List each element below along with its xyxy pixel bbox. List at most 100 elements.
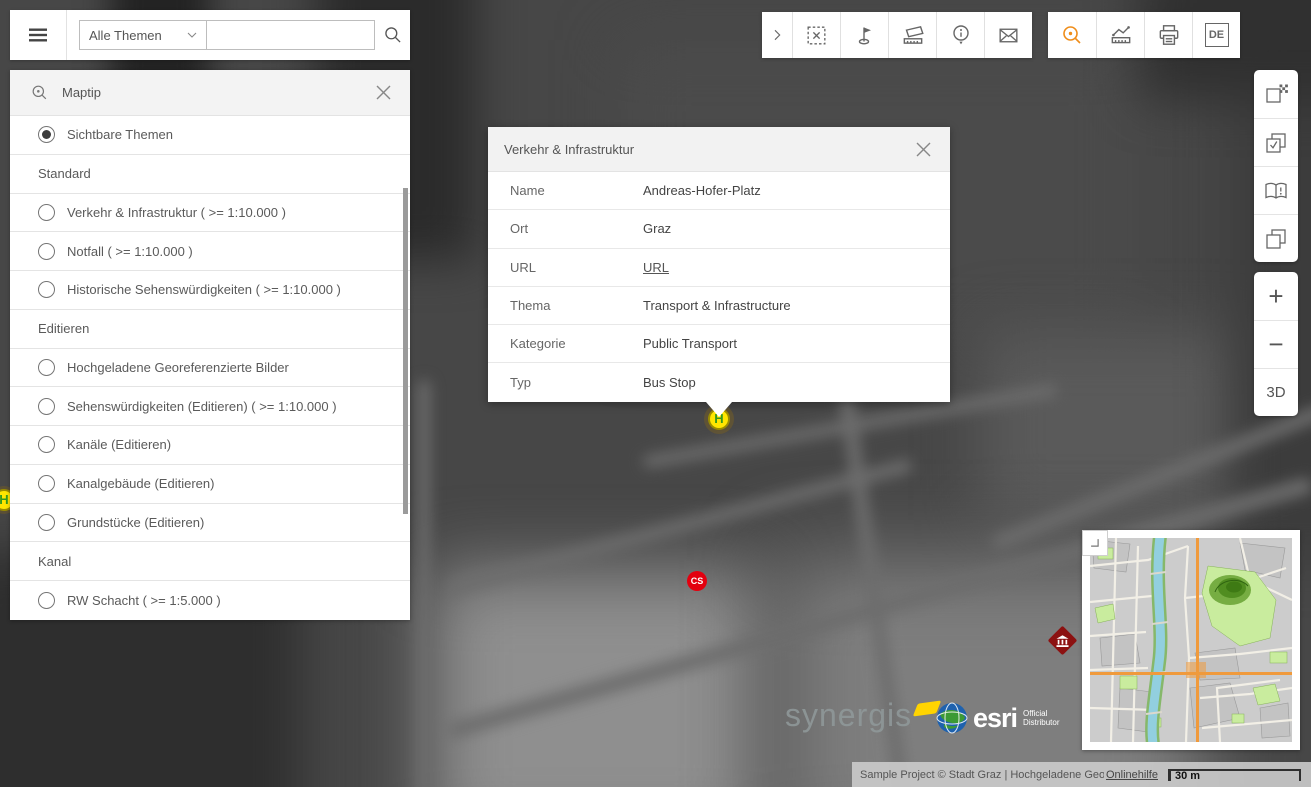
attribute-label: Name	[488, 183, 643, 198]
flag-marker-icon	[853, 23, 877, 47]
expand-toolbar-icon	[769, 27, 785, 43]
esri-tagline: Official Distributor	[1023, 709, 1059, 727]
map-extent-indicator	[1186, 662, 1206, 678]
zoom-out-button[interactable]: −	[1254, 320, 1298, 368]
attribute-value: Graz	[643, 221, 671, 236]
measure-profile-button[interactable]	[1096, 12, 1144, 58]
maptip-item-label: Editieren	[38, 321, 89, 336]
mode-3d-button[interactable]: 3D	[1254, 368, 1298, 416]
print-button[interactable]	[1144, 12, 1192, 58]
maptip-layer-item[interactable]: Sehenswürdigkeiten (Editieren) ( >= 1:10…	[10, 387, 410, 426]
popup-attribute-row: OrtGraz	[488, 210, 950, 248]
maptip-close-button[interactable]	[370, 80, 396, 106]
popup-close-button[interactable]	[910, 136, 936, 162]
maptip-layer-item[interactable]: Kanäle (Editieren)	[10, 426, 410, 465]
radio-button[interactable]	[38, 281, 55, 298]
maptip-tool-button[interactable]	[1048, 12, 1096, 58]
attribute-label: Ort	[488, 221, 643, 236]
identify-info-icon	[949, 23, 973, 47]
layers-button[interactable]	[1254, 214, 1298, 262]
popup-attribute-row: KategoriePublic Transport	[488, 325, 950, 363]
maptip-layer-item[interactable]: Hochgeladene Georeferenzierte Bilder	[10, 349, 410, 388]
measure-area-icon	[900, 22, 926, 48]
overview-collapse-button[interactable]	[1082, 530, 1108, 556]
overview-map-image	[1090, 538, 1292, 742]
attribute-value: URL	[643, 260, 669, 275]
overview-map-content	[1090, 538, 1292, 742]
radio-button[interactable]	[38, 475, 55, 492]
view-tools-sidebar	[1254, 70, 1298, 262]
flag-marker-button[interactable]	[840, 12, 888, 58]
radio-button[interactable]	[38, 436, 55, 453]
feature-popup: Verkehr & Infrastruktur NameAndreas-Hofe…	[488, 127, 950, 402]
radio-button[interactable]	[38, 514, 55, 531]
collapse-corner-icon	[1088, 536, 1102, 550]
maptip-panel: Maptip Sichtbare ThemenStandardVerkehr &…	[10, 70, 410, 620]
maptip-layer-item[interactable]: Verkehr & Infrastruktur ( >= 1:10.000 )	[10, 194, 410, 233]
measure-area-button[interactable]	[888, 12, 936, 58]
panel-scrollbar[interactable]	[403, 188, 408, 514]
maptip-icon	[30, 83, 49, 102]
popup-attribute-row: URLURL	[488, 249, 950, 287]
visible-themes-button[interactable]	[1254, 118, 1298, 166]
scale-bar: 30 m	[1168, 769, 1301, 781]
maptip-section-header: Standard	[10, 155, 410, 194]
attribute-value: Bus Stop	[643, 375, 696, 390]
maptip-item-label: Grundstücke (Editieren)	[67, 515, 204, 530]
synergis-logo: synergis	[785, 698, 938, 732]
radio-button[interactable]	[38, 592, 55, 609]
language-button[interactable]: DE	[1192, 12, 1240, 58]
esri-logo-text: esri	[973, 703, 1017, 734]
main-menu-button[interactable]	[10, 10, 67, 60]
attribute-label: URL	[488, 260, 643, 275]
attribute-label: Thema	[488, 298, 643, 313]
popup-pointer	[706, 402, 732, 417]
layers-icon	[1263, 226, 1289, 252]
radio-button[interactable]	[38, 398, 55, 415]
maptip-item-label: Kanäle (Editieren)	[67, 437, 171, 452]
online-help-link[interactable]: Onlinehilfe	[1106, 769, 1158, 781]
legend-button[interactable]	[1254, 166, 1298, 214]
maptip-layer-item[interactable]: Notfall ( >= 1:10.000 )	[10, 232, 410, 271]
construction-site-marker[interactable]: CS	[687, 571, 707, 591]
search-button[interactable]	[375, 10, 410, 60]
map-toolbar	[762, 12, 1032, 58]
maptip-layer-item[interactable]: RW Schacht ( >= 1:5.000 )	[10, 581, 410, 620]
popup-attribute-row: ThemaTransport & Infrastructure	[488, 287, 950, 325]
search-header: Alle Themen	[10, 10, 410, 60]
overview-map[interactable]	[1082, 530, 1300, 750]
maptip-section-header: Kanal	[10, 542, 410, 581]
radio-button[interactable]	[38, 204, 55, 221]
maptip-list: Sichtbare Themen Standard Verkehr & Infras…	[10, 116, 410, 619]
attribute-link[interactable]: URL	[643, 260, 669, 275]
radio-button[interactable]	[38, 243, 55, 260]
popup-title: Verkehr & Infrastruktur	[504, 142, 910, 157]
popup-attribute-row: NameAndreas-Hofer-Platz	[488, 172, 950, 210]
mail-button[interactable]	[984, 12, 1032, 58]
maptip-layer-item[interactable]: Grundstücke (Editieren)	[10, 504, 410, 543]
attribution-text: Sample Project © Stadt Graz | Hochgelade…	[860, 769, 1104, 781]
close-icon	[376, 85, 391, 100]
search-input[interactable]	[207, 20, 375, 50]
theme-filter-select[interactable]: Alle Themen	[79, 20, 207, 50]
scale-label: 30 m	[1175, 770, 1200, 782]
maptip-item-label: Standard	[38, 166, 91, 181]
popup-attribute-row: TypBus Stop	[488, 363, 950, 401]
radio-button[interactable]	[38, 359, 55, 376]
map-blur-blob	[430, 570, 760, 787]
maptip-icon	[1060, 23, 1084, 47]
expand-toolbar-button[interactable]	[762, 12, 792, 58]
radio-button[interactable]	[38, 126, 55, 143]
maptip-item-label: Sichtbare Themen	[67, 127, 173, 142]
maptip-layer-item[interactable]: Sichtbare Themen	[10, 116, 410, 155]
attribute-value: Andreas-Hofer-Platz	[643, 183, 761, 198]
identify-info-button[interactable]	[936, 12, 984, 58]
maptip-layer-item[interactable]: Kanalgebäude (Editieren)	[10, 465, 410, 504]
attribute-label: Typ	[488, 375, 643, 390]
zoom-in-button[interactable]: +	[1254, 272, 1298, 320]
select-rectangle-button[interactable]	[792, 12, 840, 58]
basemap-button[interactable]	[1254, 70, 1298, 118]
maptip-layer-item[interactable]: Historische Sehenswürdigkeiten ( >= 1:10…	[10, 271, 410, 310]
attribute-value: Transport & Infrastructure	[643, 298, 791, 313]
maptip-item-label: Hochgeladene Georeferenzierte Bilder	[67, 360, 289, 375]
